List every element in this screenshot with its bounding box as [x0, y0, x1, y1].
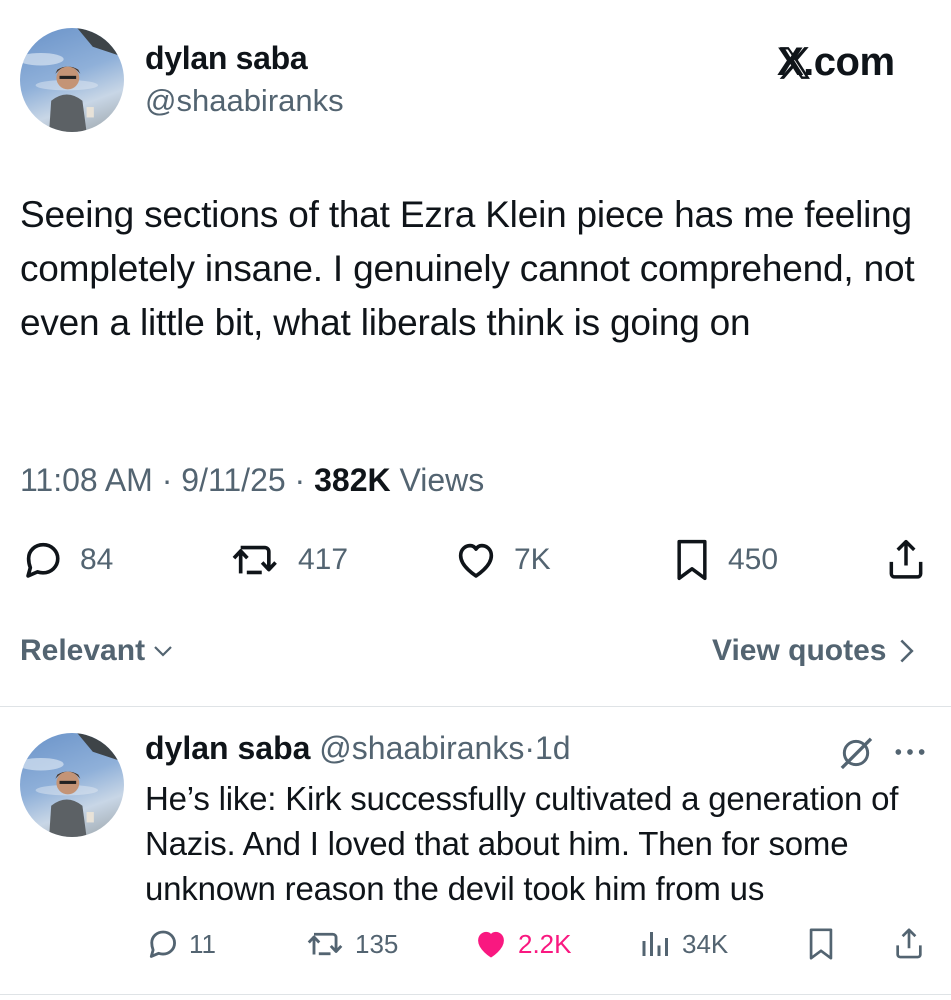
views-label: Views [399, 462, 485, 498]
repost-arrows-icon [307, 932, 343, 956]
heart-icon [458, 543, 494, 578]
grok-slash-circle-icon [840, 737, 873, 770]
repost-count: 417 [298, 543, 349, 576]
bookmark-count: 450 [728, 543, 779, 576]
author-avatar[interactable] [20, 28, 124, 132]
reply-like-button[interactable]: 2.2K [472, 922, 572, 966]
share-button[interactable] [884, 536, 928, 584]
reply-bookmark-button[interactable] [804, 922, 838, 966]
reply-text: He’s like: Kirk successfully cultivated … [145, 780, 899, 907]
avatar-photo [20, 733, 124, 837]
speech-bubble-icon [26, 542, 60, 578]
share-upload-icon [889, 539, 923, 579]
reply-repost-count: 135 [355, 928, 399, 959]
more-dots-icon [895, 749, 925, 755]
tweet-meta: 11:08 AM · 9/11/25 · 382K Views [20, 462, 484, 499]
view-quotes-label: View quotes [712, 634, 887, 667]
tweet-text: Seeing sections of that Ezra Klein piece… [20, 194, 915, 343]
reply-header: dylan saba @shaabiranks·1d [145, 730, 571, 767]
reply-button[interactable]: 84 [20, 536, 113, 584]
reply-reply-count: 11 [189, 928, 216, 959]
chevron-down-icon [154, 646, 172, 657]
chevron-right-icon [899, 639, 914, 663]
meta-separator: · [294, 462, 306, 498]
meta-separator: · [161, 462, 173, 498]
views-count: 382K [314, 462, 391, 498]
reply-time[interactable]: 1d [535, 730, 571, 766]
like-button[interactable]: 7K [452, 536, 551, 584]
author-name[interactable]: dylan saba [145, 40, 308, 77]
reply-author-name[interactable]: dylan saba [145, 730, 310, 766]
avatar-photo [20, 28, 124, 132]
reply-views-count: 34K [682, 928, 729, 959]
source-label: X.com [775, 40, 895, 85]
reply-reply-button[interactable]: 11 [145, 922, 216, 966]
reply-separator: · [524, 730, 535, 766]
author-handle[interactable]: @shaabiranks [145, 83, 344, 119]
sort-dropdown[interactable]: Relevant [20, 634, 175, 668]
reply-count: 84 [80, 543, 114, 576]
more-button[interactable] [890, 735, 930, 769]
reply-views-button[interactable]: 34K [638, 922, 728, 966]
bookmark-button[interactable]: 450 [670, 536, 778, 584]
bookmark-icon [809, 928, 833, 960]
like-count: 7K [514, 543, 551, 576]
speech-bubble-icon [149, 930, 176, 958]
repost-button[interactable]: 417 [228, 536, 348, 584]
reply-repost-button[interactable]: 135 [305, 922, 398, 966]
divider [0, 994, 951, 995]
reply-share-button[interactable] [892, 922, 926, 966]
tweet-date[interactable]: 9/11/25 [181, 462, 285, 498]
sort-label: Relevant [20, 634, 146, 667]
grok-button[interactable] [836, 733, 876, 773]
reply-author-handle[interactable]: @shaabiranks [319, 730, 524, 766]
share-upload-icon [896, 928, 922, 959]
bookmark-icon [677, 539, 707, 581]
reply-avatar[interactable] [20, 733, 124, 837]
source-domain: X.com [777, 40, 895, 84]
divider [0, 706, 951, 707]
heart-icon [478, 931, 504, 958]
view-quotes-link[interactable]: View quotes [712, 634, 915, 668]
reply-like-count: 2.2K [518, 928, 572, 959]
repost-arrows-icon [232, 545, 277, 575]
tweet-time[interactable]: 11:08 AM [20, 462, 153, 498]
bar-chart-icon [642, 932, 668, 956]
